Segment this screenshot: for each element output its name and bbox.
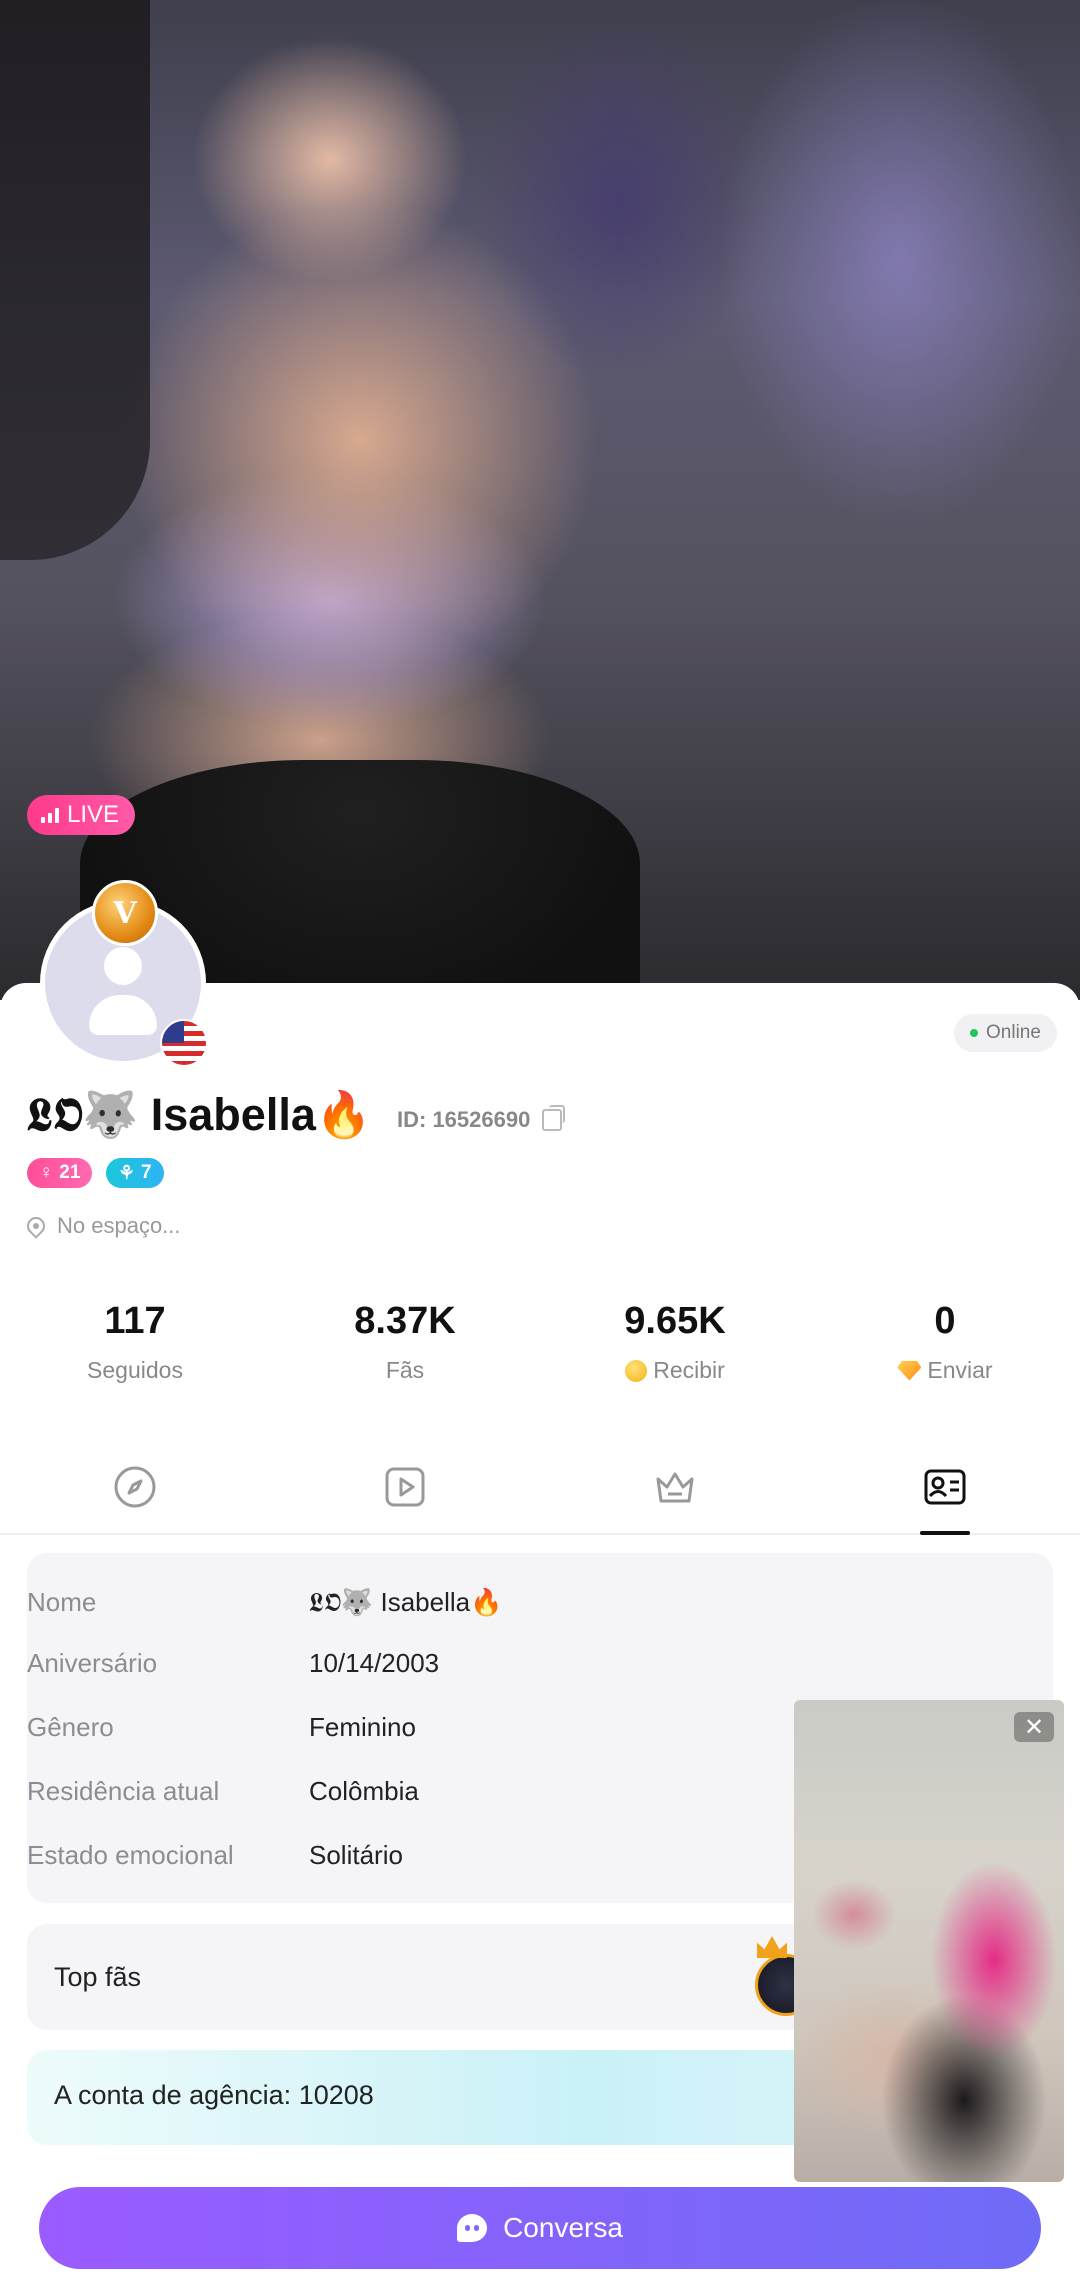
online-dot-icon (970, 1029, 978, 1037)
signal-bars-icon (41, 807, 59, 823)
info-row-relationship: Estado emocional Solitário (27, 1840, 403, 1870)
tab-moments[interactable] (0, 1465, 270, 1533)
stat-fans[interactable]: 8.37K Fãs (270, 1300, 540, 1384)
sprout-icon: ⚘ (118, 1162, 136, 1184)
heart-icon: ♀ (39, 1162, 54, 1183)
profile-tabs (0, 1465, 1080, 1535)
stat-received[interactable]: 9.65K Recibir (540, 1300, 810, 1384)
crown-icon (656, 1472, 694, 1503)
chat-bubble-icon (457, 2214, 488, 2242)
chat-button-label: Conversa (503, 2212, 623, 2243)
coin-icon (625, 1359, 648, 1382)
user-id-label: ID: 16526690 (397, 1107, 531, 1132)
crown-icon (757, 1936, 787, 1958)
profile-cover-photo[interactable]: LIVE (0, 0, 1080, 1000)
profile-name: 𝕷𝕺🐺 Isabella🔥 (27, 1089, 372, 1140)
tab-privileges[interactable] (540, 1465, 810, 1533)
close-icon[interactable]: ✕ (1014, 1712, 1054, 1742)
info-row-birthday: Aniversário 10/14/2003 (27, 1648, 440, 1678)
stats-row: 117 Seguidos 8.37K Fãs 9.65K Recibir 0 E… (0, 1300, 1080, 1384)
tab-profile-info[interactable] (810, 1465, 1080, 1535)
cover-photo-hair (0, 0, 150, 560)
us-flag-icon (160, 1019, 208, 1067)
chat-button[interactable]: Conversa (39, 2187, 1041, 2269)
top-fans-label: Top fãs (54, 1962, 142, 1992)
video-play-icon (385, 1467, 425, 1507)
location: No espaço... (23, 1213, 181, 1239)
vip-level-badge: V (92, 880, 158, 946)
location-label: No espaço... (57, 1213, 181, 1238)
tab-videos[interactable] (270, 1465, 540, 1533)
badge-sprout-level: ⚘ 7 (106, 1158, 164, 1188)
online-status-badge: Online (954, 1014, 1057, 1052)
live-badge-label: LIVE (67, 801, 120, 828)
diamond-icon (897, 1360, 922, 1381)
badge-heart-level: ♀ 21 (27, 1158, 93, 1188)
user-id[interactable]: ID: 16526690 (397, 1105, 566, 1133)
online-status-label: Online (986, 1022, 1041, 1043)
info-row-residence: Residência atual Colômbia (27, 1776, 419, 1806)
floating-video-window[interactable]: ✕ (794, 1700, 1064, 2182)
live-badge[interactable]: LIVE (27, 795, 136, 835)
info-row-gender: Gênero Feminino (27, 1712, 416, 1742)
compass-icon (114, 1466, 156, 1508)
stat-sent[interactable]: 0 Enviar (810, 1300, 1080, 1384)
location-pin-icon (23, 1213, 49, 1239)
profile-card-icon (924, 1469, 966, 1505)
stat-following[interactable]: 117 Seguidos (0, 1300, 270, 1384)
copy-icon[interactable] (542, 1105, 566, 1131)
agency-account-label: A conta de agência: 10208 (54, 2080, 374, 2110)
info-row-name: Nome 𝕷𝕺🐺 Isabella🔥 (27, 1587, 503, 1617)
